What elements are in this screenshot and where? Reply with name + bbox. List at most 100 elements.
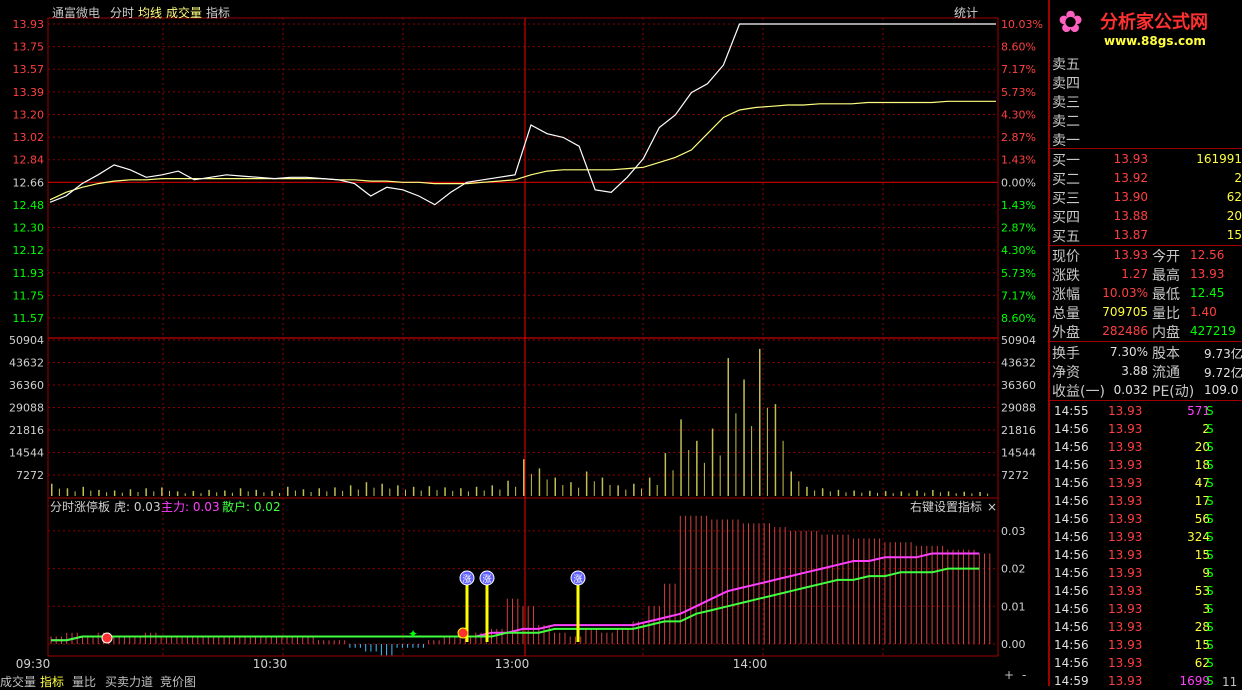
time-axis-label: 10:30 [253,657,288,671]
tick-side: S [1206,530,1214,544]
volume-bar [578,487,580,496]
volume-bar [90,490,92,496]
divider [1050,148,1242,149]
volume-bar [924,492,926,496]
volume-bar [184,493,186,496]
volume-bar [255,489,257,496]
quote-label-4: 外盘 [1052,325,1080,341]
tick-side: S [1206,656,1214,670]
volume-tick-label: 7272 [16,469,44,482]
fund-value-1: 3.88 [1121,364,1148,378]
volume-bar [593,481,595,496]
tab-bottom-volume[interactable]: 成交量 [0,673,36,690]
volume-bar [365,482,368,496]
tab-bottom-indicator[interactable]: 指标 [40,673,64,690]
price-tick-label: 12.30 [13,222,45,235]
intraday-chart[interactable]: 13.93 10.03% 13.75 8.60% 13.57 7.17% 13.39 5.73… [0,0,1050,686]
time-axis-label: 14:00 [733,657,768,671]
ask-level-2-label: 卖二 [1052,114,1080,130]
tick-volume: 9 [1202,566,1210,580]
tick-volume: 15 [1194,638,1210,652]
volume-bar [633,483,635,496]
volume-bar [475,486,478,496]
trade-tick-row: 14:56 13.93 9 S [1054,564,1242,582]
tab-minute[interactable]: 分时 [110,4,134,21]
volume-bar [939,492,941,496]
tick-volume: 20 [1194,440,1210,454]
volume-tick-label: 21816 [1001,424,1036,437]
tick-time: 14:56 [1054,440,1089,454]
volume-bar [641,488,642,496]
chart-frame [47,17,999,499]
volume-bar [247,491,249,496]
volume-bar [98,489,100,496]
pct-tick-label: 1.43% [1001,154,1036,167]
volume-bar [334,487,336,496]
tick-volume: 17 [1194,494,1210,508]
volume-bar [58,488,60,496]
volume-bar [452,490,454,496]
volume-bar [169,490,170,496]
price-tick-label: 13.39 [13,86,45,99]
tab-bottom-auction[interactable]: 竞价图 [160,673,196,690]
price-tick-label: 11.57 [13,312,45,325]
volume-bar [987,493,989,496]
tab-indicator[interactable]: 指标 [206,4,230,21]
price-tick-label: 12.84 [13,154,45,167]
tick-price: 13.93 [1108,530,1143,544]
volume-bar [381,483,383,496]
tick-volume: 53 [1194,584,1210,598]
zoom-out-button[interactable]: - [1022,668,1026,682]
tab-avg-line[interactable]: 均线 [138,4,162,21]
tick-volume: 62 [1194,656,1210,670]
tab-volume[interactable]: 成交量 [166,4,202,21]
stats-button[interactable]: 统计 [954,4,978,21]
zoom-in-button[interactable]: + [1004,668,1014,682]
volume-bar [491,485,493,496]
volume-bar [397,485,399,496]
quote-value2-0: 12.56 [1190,248,1225,262]
volume-bar [153,491,155,496]
volume-bar [192,491,195,496]
volume-bar [648,477,651,496]
trade-tick-row: 14:56 13.93 15 S [1054,546,1242,564]
quote-value-3: 709705 [1102,305,1148,319]
volume-bar [373,487,375,496]
fund-value-2: 0.032 [1113,383,1148,397]
volume-bar [727,358,729,496]
volume-bar [137,492,139,496]
trade-tick-row: 14:56 13.93 324 S [1054,528,1242,546]
tick-price: 13.93 [1108,620,1143,634]
volume-bar [499,489,501,496]
pct-tick-label: 4.30% [1001,244,1036,257]
time-axis-label: 09:30 [16,657,51,671]
price-tick-label: 11.93 [13,267,45,280]
volume-bar [342,490,344,496]
tick-side: S [1206,620,1214,634]
ask-level-1-label: 卖一 [1052,133,1080,149]
volume-bar [538,468,541,496]
bid-level-4-price: 13.88 [1113,209,1148,223]
volume-bar [892,493,894,496]
retail-line [51,567,980,642]
volume-bar [814,490,816,496]
volume-bar [405,489,406,496]
quote-value2-4: 427219 [1190,324,1236,338]
volume-bar [349,485,352,496]
tab-bottom-buy-sell-power[interactable]: 买卖力道 [105,673,153,690]
indicator-tick-label: 0.03 [1001,525,1026,538]
stock-name: 通富微电 [52,6,101,20]
tick-price: 13.93 [1108,566,1143,580]
tick-time: 14:56 [1054,602,1089,616]
volume-bar [782,440,784,496]
volume-bar [420,490,422,496]
volume-bar [523,459,525,496]
tab-bottom-volume-ratio[interactable]: 量比 [72,673,96,690]
trade-tick-row: 14:56 13.93 47 S [1054,474,1242,492]
volume-bar [680,419,682,496]
volume-bar [279,492,281,496]
bid-level-4-volume: 20 [1226,209,1242,223]
tick-time: 14:56 [1054,530,1089,544]
ask-level-4-label: 卖四 [1052,76,1080,92]
tick-side: S [1206,458,1214,472]
